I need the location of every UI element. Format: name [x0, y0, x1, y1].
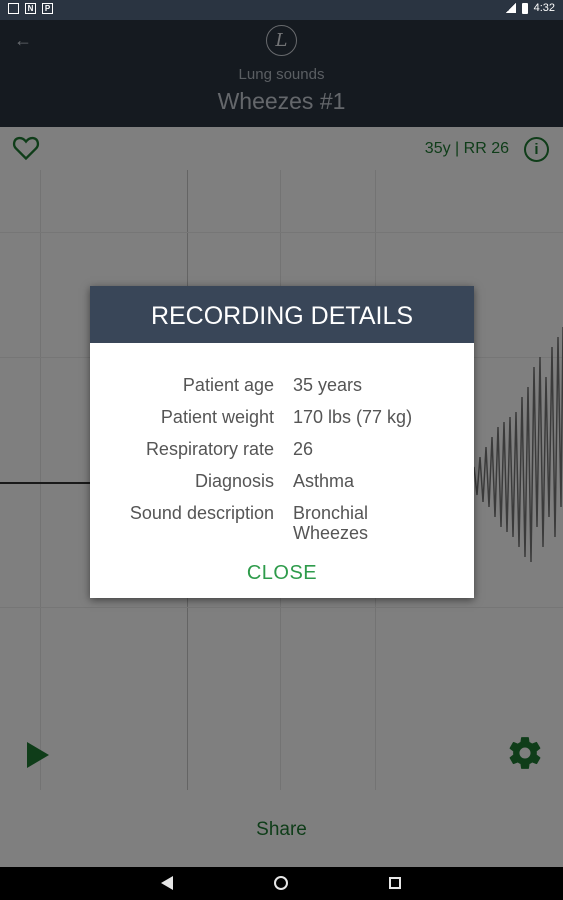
- detail-label: Sound description: [129, 503, 274, 523]
- n-notification-icon: N: [25, 3, 36, 14]
- detail-value: Bronchial Wheezes: [293, 503, 368, 543]
- signal-icon: [505, 3, 516, 13]
- detail-row-weight: Patient weight 170 lbs (77 kg): [90, 407, 474, 431]
- recording-details-dialog: RECORDING DETAILS Patient age 35 years P…: [90, 286, 474, 598]
- p-notification-icon: P: [42, 3, 53, 14]
- dialog-title: RECORDING DETAILS: [90, 286, 474, 343]
- clock: 4:32: [533, 2, 555, 14]
- battery-icon: [521, 2, 528, 14]
- detail-value: 170 lbs (77 kg): [293, 407, 413, 427]
- image-notification-icon: [8, 3, 19, 14]
- system-nav-bar: [0, 867, 563, 900]
- detail-row-respiratory-rate: Respiratory rate 26: [90, 439, 474, 463]
- status-bar: N P 4:32: [0, 0, 563, 20]
- detail-label: Diagnosis: [194, 471, 274, 491]
- nav-back-icon[interactable]: [161, 876, 173, 890]
- notification-icons: N P: [8, 3, 53, 14]
- detail-value: 35 years: [293, 375, 363, 395]
- detail-row-sound-description: Sound description Bronchial Wheezes: [90, 503, 474, 547]
- detail-label: Patient weight: [160, 407, 274, 427]
- nav-recents-icon[interactable]: [389, 877, 401, 889]
- detail-value: Asthma: [293, 471, 355, 491]
- detail-row-age: Patient age 35 years: [90, 375, 474, 399]
- detail-row-diagnosis: Diagnosis Asthma: [90, 471, 474, 495]
- detail-value-line: Wheezes: [293, 523, 369, 543]
- system-status: 4:32: [505, 2, 555, 14]
- nav-home-icon[interactable]: [274, 876, 288, 890]
- detail-value-line: Bronchial: [293, 503, 369, 523]
- detail-label: Respiratory rate: [145, 439, 274, 459]
- detail-label: Patient age: [182, 375, 274, 395]
- close-button[interactable]: CLOSE: [90, 562, 474, 585]
- detail-value: 26: [293, 439, 314, 459]
